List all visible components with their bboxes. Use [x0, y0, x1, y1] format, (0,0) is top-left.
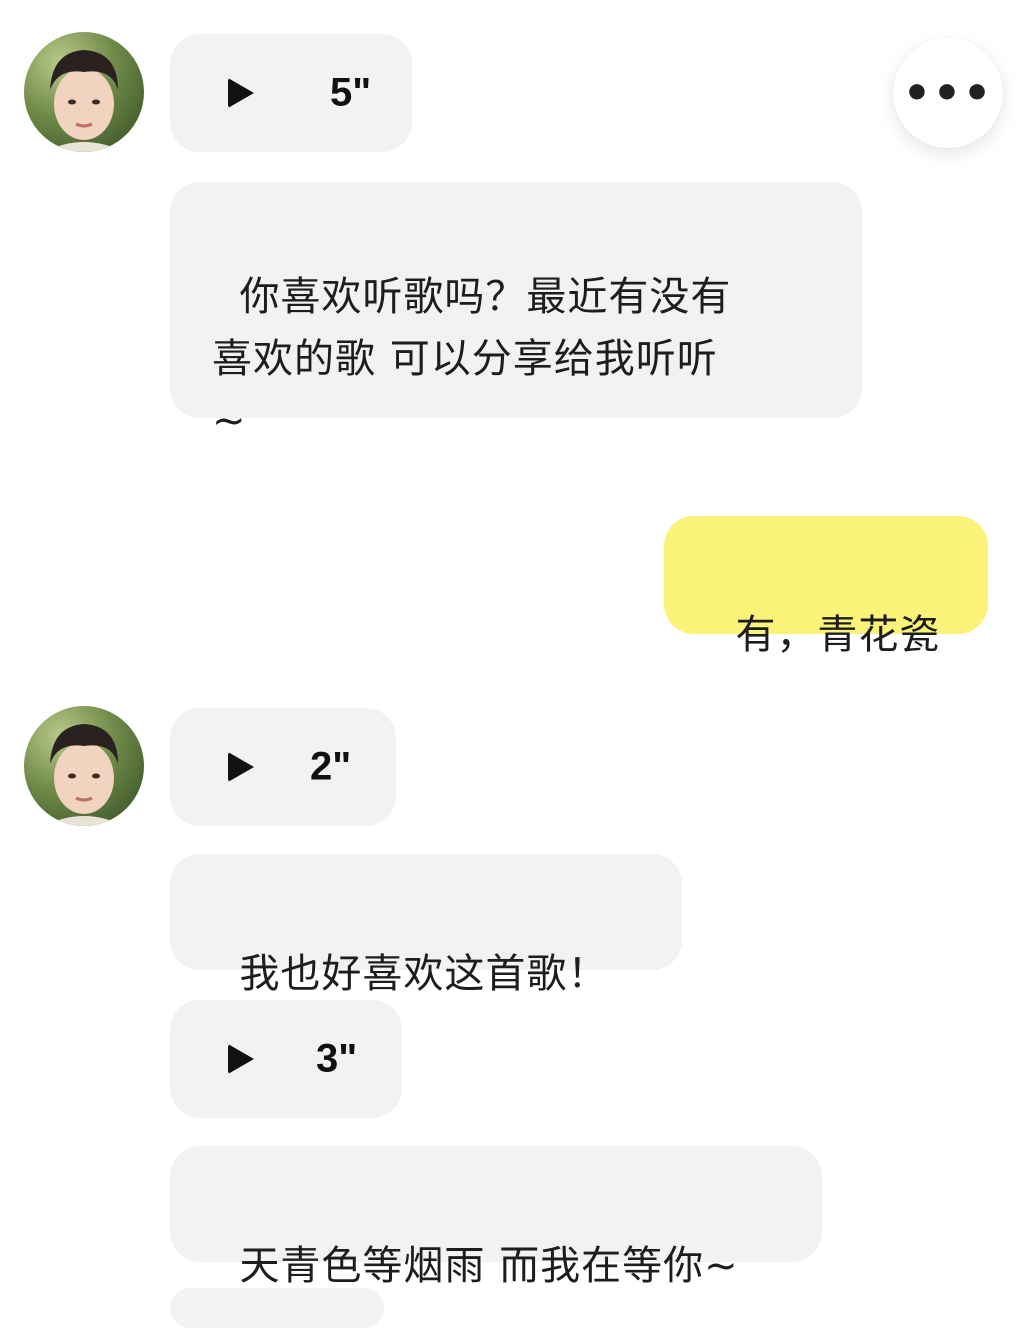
outgoing-text-message[interactable]: 有，青花瓷: [664, 516, 988, 658]
incoming-text-message[interactable]: 我也好喜欢这首歌！: [170, 854, 682, 997]
avatar-portrait-icon: [44, 724, 124, 826]
voice-duration: 3": [316, 1036, 358, 1081]
more-options-button[interactable]: •••: [893, 38, 1003, 148]
message-text: 我也好喜欢这首歌！: [239, 951, 609, 997]
incoming-text-message[interactable]: 你喜欢听歌吗？最近有没有 喜欢的歌 可以分享给我听听 ~: [170, 182, 862, 444]
voice-duration: 5": [330, 70, 372, 115]
voice-message-partial[interactable]: [170, 1288, 384, 1328]
message-text: 你喜欢听歌吗？最近有没有 喜欢的歌 可以分享给我听听 ~: [212, 274, 732, 444]
play-icon[interactable]: [228, 752, 254, 782]
more-horizontal-icon: •••: [902, 67, 994, 119]
play-icon[interactable]: [228, 1044, 254, 1074]
message-text: 有，青花瓷: [735, 612, 941, 658]
play-icon[interactable]: [228, 78, 254, 108]
voice-duration: 2": [310, 744, 352, 789]
voice-message[interactable]: 5": [170, 34, 412, 152]
voice-message[interactable]: 2": [170, 708, 396, 826]
incoming-text-message[interactable]: 天青色等烟雨 而我在等你~: [170, 1146, 822, 1289]
voice-message[interactable]: 3": [170, 1000, 402, 1118]
contact-avatar[interactable]: [24, 706, 144, 826]
message-text: 天青色等烟雨 而我在等你~: [239, 1243, 739, 1289]
contact-avatar[interactable]: [24, 32, 144, 152]
avatar-portrait-icon: [44, 50, 124, 152]
